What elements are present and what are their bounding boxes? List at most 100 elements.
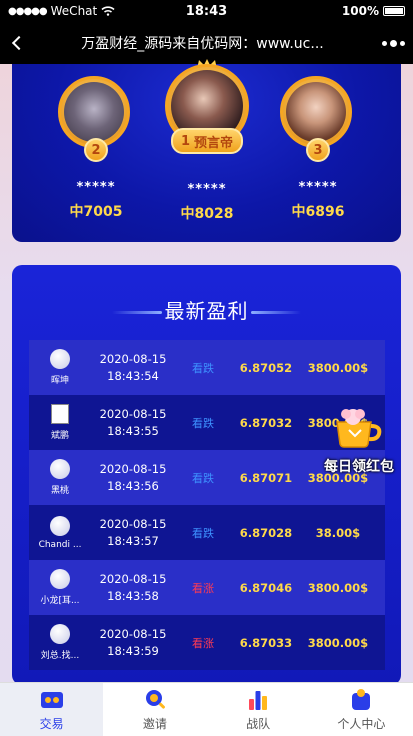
- trade-date: 2020-08-15: [99, 406, 167, 421]
- trade-date: 2020-08-15: [99, 351, 167, 366]
- time-cell: 2020-08-15 18:43:59: [91, 626, 175, 660]
- carrier-info: ●●●●● WeChat: [8, 4, 115, 18]
- trade-date: 2020-08-15: [99, 516, 167, 531]
- trade-time: 18:43:57: [107, 533, 159, 548]
- user-name: 斌鹏: [50, 431, 69, 441]
- user-cell: 晖坤: [29, 349, 91, 386]
- status-bar: ●●●●● WeChat 18:43 100%: [0, 0, 413, 22]
- profit-table: 晖坤 2020-08-15 18:43:54 看跌 6.87052 3800.00$ 斌鹏 2…: [29, 340, 385, 670]
- team-icon: [249, 691, 268, 710]
- avatar-image: [286, 82, 346, 142]
- user-name: 晖坤: [50, 376, 69, 386]
- direction-cell: 看跌: [192, 471, 214, 485]
- direction-cell: 看跌: [192, 416, 214, 430]
- signal-icon: ●●●●●: [8, 5, 48, 17]
- back-button[interactable]: [2, 22, 32, 64]
- price-cell: 6.87033: [239, 635, 293, 650]
- tab-label: 交易: [39, 717, 64, 731]
- bottom-tab-bar: 交易 邀请 战队 个人中心: [0, 682, 413, 736]
- rank-number: 3: [313, 142, 323, 158]
- price-cell: 6.87071: [239, 470, 293, 485]
- user-cell: 斌鹏: [29, 404, 91, 441]
- direction-cell: 看跌: [192, 361, 214, 375]
- amount-cell: 3800.00$: [307, 580, 369, 595]
- user-name: 刘总.找...: [40, 651, 80, 661]
- trade-icon: [40, 692, 63, 708]
- trade-time: 18:43:56: [107, 478, 159, 493]
- user-cell: 小龙[耳...: [29, 569, 91, 606]
- rank-badge: 2: [84, 138, 108, 162]
- trade-time: 18:43:58: [107, 588, 159, 603]
- user-cell: Chandi ...: [29, 515, 91, 550]
- user-cell: 黑桃: [29, 459, 91, 496]
- time-cell: 2020-08-15 18:43:55: [91, 406, 175, 440]
- direction-cell: 看跌: [192, 526, 214, 540]
- more-options-button[interactable]: [373, 39, 413, 47]
- tab-label: 个人中心: [337, 717, 386, 731]
- price-cell: 6.87046: [239, 580, 293, 595]
- wifi-icon: [101, 6, 115, 16]
- rank-second[interactable]: 2 ***** 中7005: [58, 76, 134, 221]
- battery-percent: 100%: [341, 4, 379, 18]
- trade-time: 18:43:54: [107, 368, 159, 383]
- section-title: 最新盈利: [164, 299, 249, 323]
- carrier-label: WeChat: [50, 4, 98, 18]
- tab-team[interactable]: 战队: [207, 683, 310, 736]
- daily-red-packet-button[interactable]: 每日领红包: [318, 400, 400, 476]
- rank-score: 中7005: [69, 204, 123, 220]
- user-name: Chandi ...: [38, 539, 82, 550]
- table-row: 小龙[耳... 2020-08-15 18:43:58 看涨 6.87046 3800.0…: [29, 560, 385, 615]
- masked-name: *****: [298, 180, 338, 195]
- table-row: 刘总.找... 2020-08-15 18:43:59 看涨 6.87033 3800.0…: [29, 615, 385, 670]
- rank-title: 预言帝: [194, 135, 234, 151]
- rank-score: 中8028: [180, 206, 234, 222]
- avatar: [50, 624, 70, 644]
- amount-cell: 38.00$: [315, 525, 361, 540]
- time-cell: 2020-08-15 18:43:54: [91, 351, 175, 385]
- ranking-card: 2 ***** 中7005 1 预言帝 ***** 中8028 3 ***** …: [12, 59, 401, 242]
- trade-time: 18:43:59: [107, 643, 159, 658]
- table-row: Chandi ... 2020-08-15 18:43:57 看跌 6.87028 38.…: [29, 505, 385, 560]
- avatar-image: [64, 82, 124, 142]
- page-title: 万盈财经_源码来自优码网：www.uc...: [81, 36, 324, 52]
- user-name: 黑桃: [50, 486, 69, 496]
- avatar: [51, 404, 69, 424]
- tab-label: 战队: [246, 717, 271, 731]
- trade-date: 2020-08-15: [99, 626, 167, 641]
- user-name: 小龙[耳...: [40, 596, 80, 606]
- masked-name: *****: [187, 182, 227, 197]
- avatar: [50, 459, 70, 479]
- masked-name: *****: [76, 180, 116, 195]
- price-cell: 6.87052: [239, 360, 293, 375]
- tab-profile[interactable]: 个人中心: [310, 683, 413, 736]
- price-cell: 6.87032: [239, 415, 293, 430]
- amount-cell: 3800.00$: [307, 360, 369, 375]
- avatar: [50, 515, 70, 536]
- tab-invite[interactable]: 邀请: [103, 683, 206, 736]
- rank-first[interactable]: 1 预言帝 ***** 中8028: [162, 59, 252, 223]
- rank-number: 1: [180, 133, 191, 149]
- direction-cell: 看涨: [192, 636, 214, 650]
- battery-icon: [383, 6, 405, 16]
- invite-icon: [145, 690, 165, 709]
- rank-score: 中6896: [291, 204, 345, 220]
- time-cell: 2020-08-15 18:43:57: [91, 516, 175, 550]
- trade-date: 2020-08-15: [99, 571, 167, 586]
- chevron-left-icon: [11, 35, 27, 51]
- red-packet-label: 每日领红包: [324, 459, 394, 475]
- time-cell: 2020-08-15 18:43:58: [91, 571, 175, 605]
- tab-trade[interactable]: 交易: [0, 683, 104, 736]
- time-cell: 2020-08-15 18:43:56: [91, 461, 175, 495]
- amount-cell: 3800.00$: [307, 635, 369, 650]
- title-decoration-right: [251, 311, 301, 314]
- rank-third[interactable]: 3 ***** 中6896: [280, 76, 356, 221]
- table-row: 晖坤 2020-08-15 18:43:54 看跌 6.87052 3800.00$: [29, 340, 385, 395]
- rank-number: 2: [91, 142, 101, 158]
- avatar: [50, 349, 70, 369]
- price-cell: 6.87028: [239, 525, 293, 540]
- direction-cell: 看涨: [192, 581, 214, 595]
- gift-cup-icon: [336, 409, 382, 448]
- avatar: [50, 569, 70, 589]
- trade-time: 18:43:55: [107, 423, 159, 438]
- rank-badge: 3: [306, 138, 330, 162]
